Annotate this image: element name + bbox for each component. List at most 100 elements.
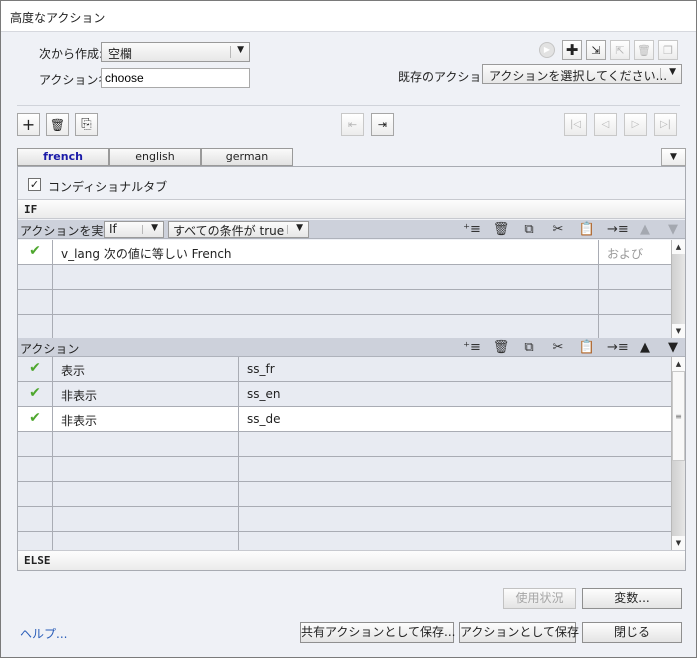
condition-text bbox=[53, 290, 599, 314]
tab-german[interactable]: german bbox=[201, 148, 293, 166]
condition-row[interactable]: ✔ v_lang 次の値に等しい French および bbox=[18, 240, 671, 265]
save-as-action-button[interactable]: アクションとして保存 bbox=[459, 622, 579, 643]
save-as-shared-action-button[interactable]: 共有アクションとして保存... bbox=[300, 622, 456, 643]
import-icon[interactable]: ⇲ bbox=[586, 40, 606, 60]
scroll-thumb[interactable]: ≡ bbox=[672, 371, 685, 461]
duplicate-icon[interactable]: ❐ bbox=[658, 40, 678, 60]
check-cell bbox=[18, 265, 53, 289]
insert-row-icon[interactable]: ⁺≡ bbox=[463, 221, 481, 238]
add-tab-icon[interactable]: + bbox=[17, 113, 40, 136]
condition-mode-value: すべての条件が true bbox=[173, 224, 285, 238]
condition-operator: および bbox=[607, 247, 644, 261]
move-down-icon[interactable]: ▼ bbox=[664, 339, 682, 356]
else-section-header[interactable]: ELSE bbox=[18, 550, 685, 570]
action-row[interactable]: ✔ 非表示 ss_en bbox=[18, 382, 671, 407]
variables-button[interactable]: 変数... bbox=[582, 588, 682, 609]
move-down-icon[interactable]: ▼ bbox=[664, 221, 682, 238]
title-bar: 高度なアクション bbox=[1, 1, 696, 32]
insert-row-icon[interactable]: ⁺≡ bbox=[463, 339, 481, 356]
condition-toolbar: アクションを実行: If ▼ すべての条件が true ▼ ⁺≡ 🗑 ⧉ ✂ 📋… bbox=[18, 220, 685, 239]
condition-mode-select[interactable]: すべての条件が true ▼ bbox=[168, 221, 309, 238]
tab-list-dropdown[interactable]: ▼ bbox=[661, 148, 686, 166]
existing-actions-select[interactable]: アクションを選択してください... ▼ bbox=[482, 64, 682, 84]
check-icon[interactable]: ✔ bbox=[18, 407, 53, 431]
move-tab-right-icon[interactable]: ⇥ bbox=[371, 113, 394, 136]
separator bbox=[660, 68, 661, 80]
check-cell bbox=[18, 315, 53, 338]
check-icon[interactable]: ✔ bbox=[18, 382, 53, 406]
condition-row[interactable] bbox=[18, 290, 671, 315]
check-cell bbox=[18, 482, 53, 506]
insert-below-icon[interactable]: →≡ bbox=[607, 221, 629, 238]
help-link[interactable]: ヘルプ... bbox=[20, 625, 67, 642]
close-button[interactable]: 閉じる bbox=[582, 622, 682, 643]
paste-icon[interactable]: 📋 bbox=[578, 221, 596, 238]
action-row[interactable] bbox=[18, 457, 671, 482]
perform-action-select[interactable]: If ▼ bbox=[104, 221, 164, 238]
action-command bbox=[53, 457, 239, 481]
tab-english[interactable]: english bbox=[109, 148, 201, 166]
separator bbox=[287, 225, 288, 234]
conditional-tab-label: コンディショナルタブ bbox=[48, 180, 168, 194]
condition-scrollbar[interactable]: ▲ ▼ bbox=[671, 240, 685, 338]
condition-text bbox=[53, 315, 599, 338]
if-section-header: IF bbox=[18, 199, 685, 219]
next-tab-icon[interactable]: ▷ bbox=[624, 113, 647, 136]
create-from-select[interactable]: 空欄 ▼ bbox=[101, 42, 250, 62]
check-icon[interactable]: ✔ bbox=[18, 357, 53, 381]
prev-tab-icon[interactable]: ◁ bbox=[594, 113, 617, 136]
action-command bbox=[53, 532, 239, 550]
action-row[interactable]: ✔ 非表示 ss_de bbox=[18, 407, 671, 432]
chevron-down-icon: ▼ bbox=[669, 67, 676, 77]
check-cell bbox=[18, 507, 53, 531]
trash-icon[interactable]: 🗑 bbox=[492, 339, 510, 356]
conditional-tab-checkbox[interactable]: ✓ bbox=[28, 178, 41, 191]
check-cell bbox=[18, 432, 53, 456]
move-up-icon[interactable]: ▲ bbox=[636, 339, 654, 356]
action-target: ss_fr bbox=[247, 362, 275, 376]
action-row[interactable] bbox=[18, 482, 671, 507]
copy-icon[interactable]: ⧉ bbox=[520, 339, 538, 356]
action-name-input[interactable] bbox=[101, 68, 250, 88]
window-title: 高度なアクション bbox=[10, 11, 106, 25]
else-label: ELSE bbox=[24, 554, 51, 567]
condition-row[interactable] bbox=[18, 315, 671, 338]
scroll-up-icon[interactable]: ▲ bbox=[672, 240, 685, 254]
condition-grid: ✔ v_lang 次の値に等しい French および bbox=[18, 240, 671, 338]
action-row[interactable] bbox=[18, 507, 671, 532]
copy-tab-icon[interactable]: ⎘ bbox=[75, 113, 98, 136]
action-row[interactable] bbox=[18, 432, 671, 457]
tab-french[interactable]: french bbox=[17, 148, 109, 166]
play-icon[interactable]: ▶ bbox=[539, 42, 555, 58]
paste-icon[interactable]: 📋 bbox=[578, 339, 596, 356]
if-label: IF bbox=[24, 203, 38, 216]
cut-icon[interactable]: ✂ bbox=[549, 221, 567, 238]
condition-text bbox=[53, 265, 599, 289]
add-action-icon[interactable]: ✚ bbox=[562, 40, 582, 60]
action-row[interactable] bbox=[18, 532, 671, 550]
first-tab-icon[interactable]: |◁ bbox=[564, 113, 587, 136]
export-icon[interactable]: ⇱ bbox=[610, 40, 630, 60]
scroll-down-icon[interactable]: ▼ bbox=[672, 324, 685, 338]
insert-below-icon[interactable]: →≡ bbox=[607, 339, 629, 356]
last-tab-icon[interactable]: ▷| bbox=[654, 113, 677, 136]
condition-text: v_lang 次の値に等しい French bbox=[53, 240, 599, 264]
trash-icon[interactable]: 🗑 bbox=[634, 40, 654, 60]
action-row[interactable]: ✔ 表示 ss_fr bbox=[18, 357, 671, 382]
action-target: ss_de bbox=[247, 412, 281, 426]
scroll-up-icon[interactable]: ▲ bbox=[672, 357, 685, 371]
action-command: 非表示 bbox=[53, 407, 239, 431]
scroll-down-icon[interactable]: ▼ bbox=[672, 536, 685, 550]
check-cell bbox=[18, 290, 53, 314]
cut-icon[interactable]: ✂ bbox=[549, 339, 567, 356]
condition-row[interactable] bbox=[18, 265, 671, 290]
trash-icon[interactable]: 🗑 bbox=[492, 221, 510, 238]
actions-scrollbar[interactable]: ▲ ≡ ▼ bbox=[671, 357, 685, 550]
action-command: 非表示 bbox=[53, 382, 239, 406]
delete-tab-icon[interactable]: 🗑 bbox=[46, 113, 69, 136]
move-up-icon[interactable]: ▲ bbox=[636, 221, 654, 238]
copy-icon[interactable]: ⧉ bbox=[520, 221, 538, 238]
check-icon[interactable]: ✔ bbox=[18, 240, 53, 264]
move-tab-left-icon[interactable]: ⇤ bbox=[341, 113, 364, 136]
usage-button[interactable]: 使用状況 bbox=[503, 588, 576, 609]
